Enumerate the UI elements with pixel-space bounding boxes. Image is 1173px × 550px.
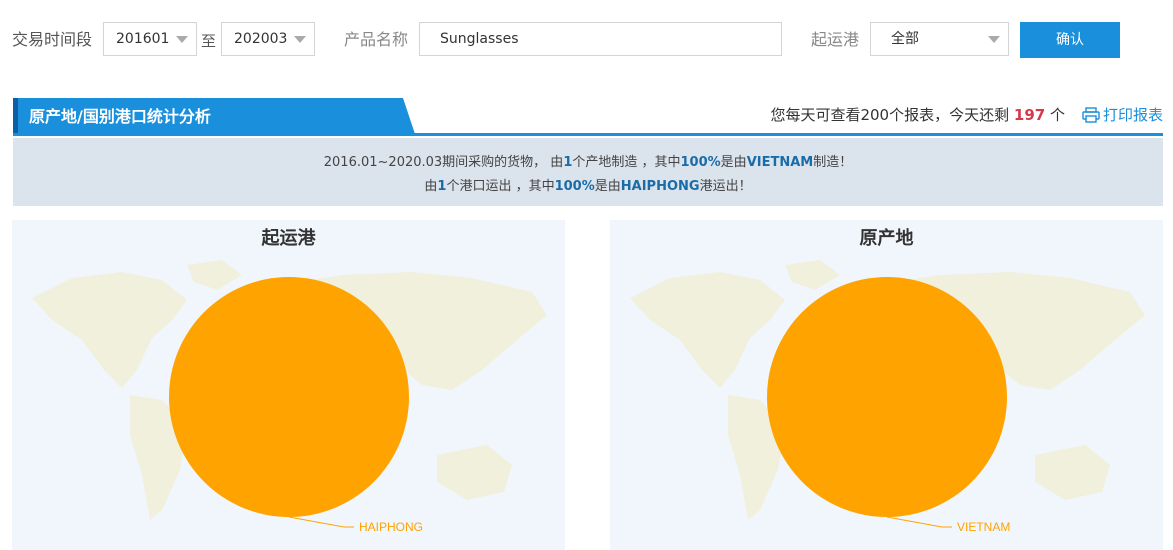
map-landmass <box>32 272 187 388</box>
period-from-value: 201601 <box>116 31 170 47</box>
section-header: 原产地/国别港口统计分析 您每天可查看200个报表，今天还剩 197 个 打印报… <box>13 98 1163 138</box>
quota-prefix: 您每天可查看200个报表，今天还剩 <box>770 106 1010 124</box>
chevron-down-icon <box>294 36 306 43</box>
quota-suffix: 个 <box>1049 106 1065 124</box>
section-tab: 原产地/国别港口统计分析 <box>13 98 415 134</box>
product-value: Sunglasses <box>440 31 519 47</box>
origin-count: 1 <box>563 155 573 170</box>
summary-box: 2016.01~2020.03期间采购的货物， 由1个产地制造 ，其中100%是… <box>13 138 1163 206</box>
origin-country: VIETNAM <box>746 155 814 170</box>
port-name: HAIPHONG <box>620 179 700 194</box>
confirm-button[interactable]: 确认 <box>1020 22 1120 58</box>
port-value: 全部 <box>891 31 919 47</box>
map-landmass <box>187 260 242 290</box>
summary-text: 制造！ <box>813 155 853 170</box>
summary-text: 港运出！ <box>699 179 752 194</box>
chart-panel-port: HAIPHONG 起运港 <box>12 220 565 550</box>
quota-remaining: 197 <box>1013 106 1046 124</box>
map-landmass <box>437 445 512 500</box>
section-title: 原产地/国别港口统计分析 <box>29 107 211 126</box>
chevron-down-icon <box>988 36 1000 43</box>
summary-line-origin: 2016.01~2020.03期间采购的货物， 由1个产地制造 ，其中100%是… <box>13 151 1163 170</box>
header-divider <box>13 133 1163 136</box>
printer-icon <box>1082 107 1100 123</box>
summary-text: 是由 <box>720 155 747 170</box>
chart-title: 起运港 <box>261 228 316 249</box>
origin-pie-chart: VIETNAM <box>630 260 1145 534</box>
period-separator: 至 <box>201 32 217 50</box>
slice-label: VIETNAM <box>957 520 1010 534</box>
period-to-select[interactable]: 202003 <box>221 22 315 56</box>
label-leader-line <box>288 516 354 528</box>
port-pie-chart: HAIPHONG <box>32 260 547 534</box>
label-leader-line <box>886 516 952 528</box>
quota-text: 您每天可查看200个报表，今天还剩 197 个 <box>770 104 1065 125</box>
summary-text: 由 <box>424 179 438 194</box>
chevron-down-icon <box>176 36 188 43</box>
origin-percent: 100% <box>680 155 721 170</box>
print-label: 打印报表 <box>1102 106 1163 124</box>
summary-text: 个港口运出 ，其中 <box>446 179 555 194</box>
port-label: 起运港 <box>811 30 860 49</box>
summary-text: 是由 <box>594 179 621 194</box>
summary-text: 2016.01~2020.03期间采购的货物， 由 <box>323 155 564 170</box>
product-label: 产品名称 <box>344 30 409 49</box>
print-report-button[interactable]: 打印报表 <box>1082 104 1163 125</box>
filter-bar: 交易时间段 201601 至 202003 产品名称 Sunglasses 起运… <box>0 0 1173 80</box>
product-input[interactable]: Sunglasses <box>419 22 782 56</box>
map-landmass <box>785 260 840 290</box>
summary-text: 个产地制造 ，其中 <box>572 155 681 170</box>
tab-accent <box>13 98 18 134</box>
chart-title: 原产地 <box>859 228 914 249</box>
pie-slice[interactable] <box>767 277 1007 517</box>
slice-label: HAIPHONG <box>359 520 423 534</box>
map-landmass <box>630 272 785 388</box>
period-label: 交易时间段 <box>12 30 93 49</box>
map-landmass <box>1035 445 1110 500</box>
port-percent: 100% <box>554 179 595 194</box>
period-from-select[interactable]: 201601 <box>103 22 197 56</box>
port-select[interactable]: 全部 <box>870 22 1009 56</box>
pie-slice[interactable] <box>169 277 409 517</box>
chart-panel-origin: VIETNAM 原产地 <box>610 220 1163 550</box>
period-to-value: 202003 <box>234 31 288 47</box>
summary-line-port: 由1个港口运出 ，其中100%是由HAIPHONG港运出！ <box>13 175 1163 194</box>
